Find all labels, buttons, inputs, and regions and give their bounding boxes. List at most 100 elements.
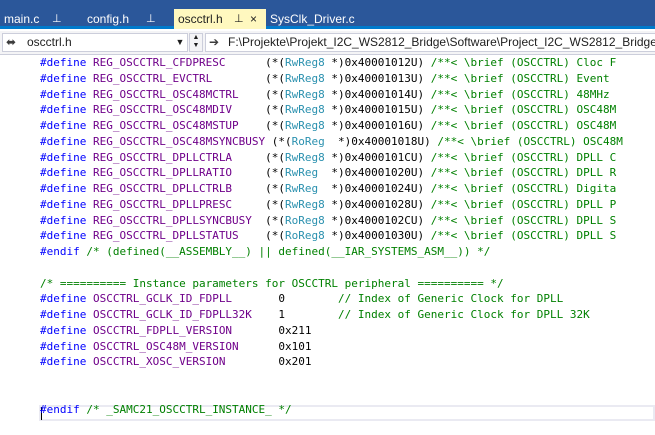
- code-line: #define REG_OSCCTRL_OSC48MCTRL (*(RwReg8…: [40, 87, 655, 103]
- code-token: RwReg8: [285, 197, 325, 211]
- code-token: REG_OSCCTRL_OSC48MSYNCBUSY: [92, 134, 272, 148]
- code-token: 0x211: [278, 323, 312, 337]
- code-token: #define: [40, 229, 93, 243]
- code-line: #define REG_OSCCTRL_OSC48MSTUP (*(RwReg8…: [40, 118, 655, 134]
- code-line: #define OSCCTRL_FDPLL_VERSION 0x211: [40, 323, 655, 339]
- pin-icon[interactable]: ⊥: [146, 9, 156, 29]
- code-token: OSCCTRL_FDPLL_VERSION: [92, 323, 279, 337]
- code-token: #define: [40, 119, 93, 132]
- code-token: *)0x40001028U): [324, 197, 431, 211]
- code-token: REG_OSCCTRL_OSC48MDIV: [92, 103, 266, 117]
- dropdown-scroll-button[interactable]: ▲ ▼: [189, 33, 203, 52]
- tab-main-c[interactable]: main.c ⊥: [0, 9, 78, 29]
- code-token: /**< \brief (OSCCTRL) OSC48M: [430, 119, 617, 132]
- code-token: /* (defined(__ASSEMBLY__) || defined(__I…: [86, 245, 491, 258]
- code-token: /**< \brief (OSCCTRL) DPLL S: [430, 229, 617, 243]
- code-token: /**< \brief (OSCCTRL) DPLL S: [430, 213, 617, 227]
- code-token: *)0x4000101CU): [324, 150, 431, 164]
- code-token: #define: [40, 134, 93, 148]
- code-token: /**< \brief (OSCCTRL) DPLL R: [430, 166, 617, 180]
- code-line: #define REG_OSCCTRL_EVCTRL (*(RwReg8 *)0…: [40, 71, 655, 87]
- code-token: *)0x40001030U): [324, 229, 431, 243]
- code-token: REG_OSCCTRL_DPLLSTATUS: [92, 229, 266, 243]
- close-icon[interactable]: ×: [250, 9, 257, 29]
- code-token: REG_OSCCTRL_CFDPRESC: [92, 56, 266, 69]
- pin-icon[interactable]: ⊥: [52, 9, 62, 29]
- tab-label: config.h: [87, 12, 130, 26]
- code-token: RwReg8: [285, 150, 325, 164]
- code-line: /* ========== Instance parameters for OS…: [40, 276, 655, 292]
- code-token: #define: [40, 71, 93, 85]
- code-token: #define: [40, 339, 93, 353]
- code-token: RwReg: [285, 166, 325, 180]
- tab-sysclk-driver-c[interactable]: SysClk_Driver.c: [266, 9, 386, 29]
- code-token: #define: [40, 213, 93, 227]
- path-dropdown[interactable]: ➔ F:\Projekte\Projekt_I2C_WS2812_Bridge\…: [205, 33, 655, 52]
- pin-arrow-icon: ➔: [209, 35, 220, 49]
- code-token: (*(: [265, 119, 286, 132]
- code-token: *)0x40001016U): [324, 119, 431, 132]
- code-line: #endif /* (defined(__ASSEMBLY__) || defi…: [40, 244, 655, 260]
- code-line: #define OSCCTRL_GCLK_ID_FDPLL32K 1 // In…: [40, 307, 655, 323]
- code-token: #define: [40, 56, 93, 69]
- code-line: #define REG_OSCCTRL_DPLLSTATUS (*(RoReg8…: [40, 228, 655, 244]
- code-token: REG_OSCCTRL_EVCTRL: [92, 71, 266, 85]
- code-token: #define: [40, 292, 93, 306]
- code-token: #define: [40, 323, 93, 337]
- code-token: 0x201: [278, 355, 312, 369]
- code-token: REG_OSCCTRL_OSC48MCTRL: [92, 87, 266, 101]
- file-scope-dropdown[interactable]: ⬌ oscctrl.h ▼: [2, 33, 188, 52]
- code-token: (*(: [265, 213, 286, 227]
- pin-icon[interactable]: ⊥: [234, 9, 244, 29]
- code-line: #define OSCCTRL_GCLK_ID_FDPLL 0 // Index…: [40, 291, 655, 307]
- code-token: #define: [40, 308, 93, 321]
- path-label: F:\Projekte\Projekt_I2C_WS2812_Bridge\So…: [228, 35, 655, 49]
- code-line: #define REG_OSCCTRL_OSC48MSYNCBUSY (*(Ro…: [40, 134, 655, 150]
- code-token: #define: [40, 150, 93, 164]
- code-token: #define: [40, 166, 93, 180]
- code-token: (*(: [265, 166, 286, 180]
- code-token: /* _SAMC21_OSCCTRL_INSTANCE_ */: [86, 402, 292, 416]
- code-token: RwReg8: [285, 119, 325, 132]
- code-token: RoReg: [291, 134, 332, 148]
- code-text[interactable]: #define REG_OSCCTRL_CFDPRESC (*(RwReg8 *…: [40, 55, 655, 420]
- code-token: *)0x40001014U): [324, 87, 431, 101]
- code-token: *)0x40001013U): [324, 71, 431, 85]
- tab-oscctrl-h[interactable]: oscctrl.h ⊥ ×: [174, 9, 266, 29]
- code-token: 1: [278, 308, 339, 321]
- code-line: #define REG_OSCCTRL_DPLLCTRLA (*(RwReg8 …: [40, 150, 655, 166]
- code-token: RoReg8: [285, 229, 325, 243]
- tab-config-h[interactable]: config.h ⊥: [83, 9, 169, 29]
- code-token: RwReg8: [285, 56, 325, 69]
- code-token: 0: [278, 292, 339, 306]
- code-token: #define: [40, 87, 93, 101]
- code-token: (*(: [265, 56, 286, 69]
- file-scope-label: oscctrl.h: [27, 35, 72, 49]
- code-token: /**< \brief (OSCCTRL) Digita: [430, 182, 617, 195]
- code-token: RwReg8: [285, 71, 325, 85]
- code-token: /**< \brief (OSCCTRL) Cloc F: [430, 56, 617, 69]
- code-token: (*(: [265, 71, 286, 85]
- code-token: *)0x40001015U): [324, 103, 431, 117]
- code-token: #define: [40, 103, 93, 117]
- code-token: *)0x4000102CU): [324, 213, 431, 227]
- navigation-bar: ⬌ oscctrl.h ▼ ▲ ▼ ➔ F:\Projekte\Projekt_I…: [0, 31, 655, 55]
- code-token: (*(: [265, 197, 286, 211]
- code-token: *)0x40001018U): [331, 134, 438, 148]
- chevron-down-icon[interactable]: ▼: [173, 34, 187, 51]
- code-token: REG_OSCCTRL_DPLLSYNCBUSY: [92, 213, 266, 227]
- code-token: REG_OSCCTRL_DPLLPRESC: [92, 197, 266, 211]
- code-line: #define REG_OSCCTRL_DPLLSYNCBUSY (*(RoRe…: [40, 213, 655, 229]
- code-token: #define: [40, 182, 93, 195]
- code-token: /* ========== Instance parameters for OS…: [40, 276, 504, 290]
- code-editor[interactable]: #define REG_OSCCTRL_CFDPRESC (*(RwReg8 *…: [0, 55, 655, 435]
- code-token: REG_OSCCTRL_DPLLCTRLB: [92, 182, 266, 195]
- code-token: 0x101: [278, 339, 312, 353]
- code-token: REG_OSCCTRL_DPLLCTRLA: [92, 150, 266, 164]
- code-token: #endif: [40, 402, 87, 416]
- code-token: *)0x40001020U): [324, 166, 431, 180]
- code-token: OSCCTRL_OSC48M_VERSION: [92, 339, 279, 353]
